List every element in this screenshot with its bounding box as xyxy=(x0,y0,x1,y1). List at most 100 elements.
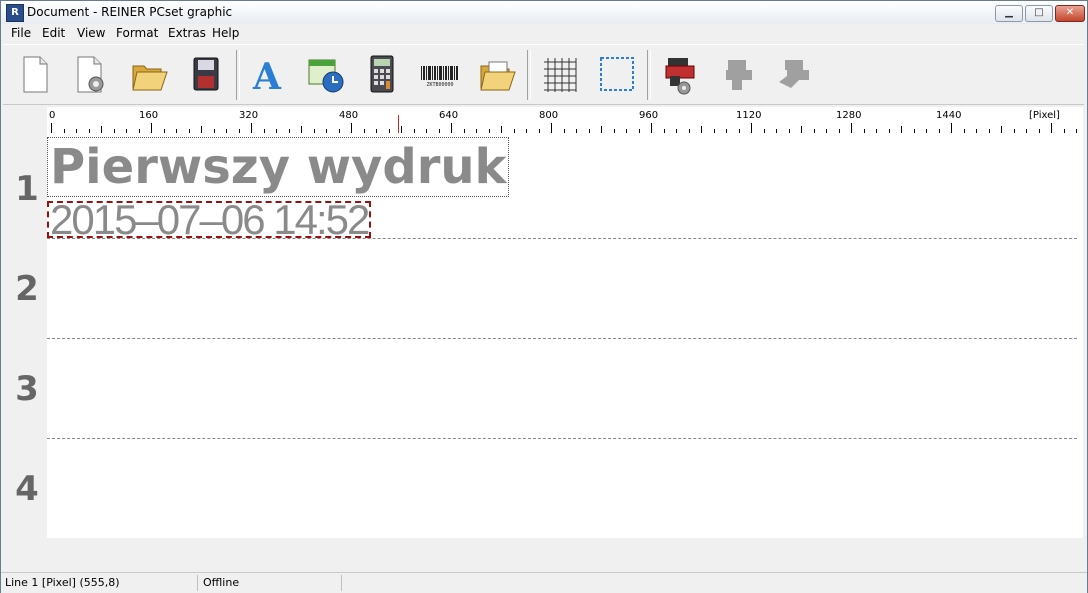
ruler-label: 1280 xyxy=(836,110,862,121)
barcode-icon: ZKTB00000 xyxy=(421,66,458,88)
document-settings-button[interactable] xyxy=(69,52,113,96)
ruler-tick xyxy=(313,129,315,133)
ruler-tick xyxy=(926,129,927,133)
ruler-tick xyxy=(413,129,415,133)
ruler-label: 160 xyxy=(139,110,159,121)
close-button[interactable]: ✕ xyxy=(1055,5,1085,22)
ruler-unit: [Pixel] xyxy=(1029,110,1060,121)
ruler-tick xyxy=(688,129,690,133)
selection-frame-icon xyxy=(600,57,634,91)
ruler-tick xyxy=(426,129,427,133)
menu-bar: File Edit View Format Extras Help xyxy=(1,24,1087,43)
toolbar: A ZKTB00000 xyxy=(3,44,1084,105)
status-position: Line 1 [Pixel] (555,8) xyxy=(1,575,198,591)
ruler-tick xyxy=(526,129,527,133)
ruler-tick xyxy=(826,129,827,133)
ruler-label: 320 xyxy=(239,110,259,121)
calculator-button[interactable] xyxy=(360,52,404,96)
line-number-4: 4 xyxy=(15,469,39,509)
title-bar[interactable]: R Document - REINER PCset graphic ▁ □ ✕ xyxy=(1,1,1087,25)
ruler-tick xyxy=(476,129,477,133)
barcode-button[interactable]: ZKTB00000 xyxy=(418,52,462,96)
ruler-tick xyxy=(388,129,390,133)
ruler-tick xyxy=(551,123,552,133)
text-object-date[interactable]: 2015–07–06 14:52 xyxy=(47,199,372,241)
line-number-2: 2 xyxy=(15,269,39,309)
ruler-tick xyxy=(601,126,602,133)
text-tool-button[interactable]: A xyxy=(245,52,289,98)
ruler-tick xyxy=(763,129,765,133)
menu-format[interactable]: Format xyxy=(116,26,158,40)
import-image-button[interactable] xyxy=(475,52,519,96)
ruler-tick xyxy=(251,123,252,133)
ruler-tick xyxy=(901,126,902,133)
ruler-tick xyxy=(401,126,402,133)
ruler-tick xyxy=(838,129,840,133)
ruler-tick xyxy=(501,126,502,133)
ruler-tick xyxy=(463,129,465,133)
ruler-tick xyxy=(938,129,940,133)
open-folder-button[interactable] xyxy=(127,52,171,96)
save-button[interactable] xyxy=(184,52,228,96)
ruler-label: 1440 xyxy=(936,110,962,121)
menu-file[interactable]: File xyxy=(11,26,31,40)
ruler-tick xyxy=(451,123,452,133)
ruler-tick xyxy=(876,129,877,133)
ruler-tick xyxy=(663,129,665,133)
ruler-tick xyxy=(563,129,565,133)
ruler-label: 480 xyxy=(339,110,359,121)
menu-view[interactable]: View xyxy=(77,26,105,40)
ruler-tick xyxy=(188,129,190,133)
app-window: R Document - REINER PCset graphic ▁ □ ✕ … xyxy=(0,0,1088,593)
ruler-tick xyxy=(363,129,365,133)
horizontal-ruler: 0 160 320 480 640 800 960 1120 1280 1440… xyxy=(47,107,1083,135)
print-button-disabled[interactable] xyxy=(716,52,760,96)
ruler-tick xyxy=(1038,129,1040,133)
printer-disabled-icon xyxy=(726,60,752,90)
date-time-button[interactable] xyxy=(303,52,347,96)
window-title: Document - REINER PCset graphic xyxy=(27,5,233,19)
maximize-button[interactable]: □ xyxy=(1025,5,1053,22)
document-canvas[interactable]: Pierwszy wydruk 2015–07–06 14:52 xyxy=(47,135,1083,538)
ruler-tick xyxy=(101,126,102,133)
ruler-tick xyxy=(1063,129,1065,133)
ruler-tick xyxy=(513,129,515,133)
close-icon: ✕ xyxy=(1065,7,1075,18)
ruler-label: 800 xyxy=(539,110,559,121)
ruler-label: 960 xyxy=(639,110,659,121)
new-document-button[interactable] xyxy=(13,52,57,96)
ruler-tick xyxy=(1001,126,1002,133)
date-time-icon xyxy=(308,59,344,93)
ruler-tick xyxy=(863,129,865,133)
document-settings-icon xyxy=(77,56,104,93)
ruler-tick xyxy=(1026,129,1027,133)
grid-toggle-button[interactable] xyxy=(538,52,582,96)
status-connection: Offline xyxy=(199,575,342,591)
menu-edit[interactable]: Edit xyxy=(42,26,65,40)
ruler-tick xyxy=(588,129,590,133)
ruler-tick xyxy=(176,129,177,133)
ruler-tick xyxy=(1076,129,1077,133)
menu-help[interactable]: Help xyxy=(212,26,239,40)
ruler-tick xyxy=(88,129,90,133)
print-send-button-disabled[interactable] xyxy=(771,52,815,96)
line-divider xyxy=(47,338,1077,339)
selection-frame-button[interactable] xyxy=(595,52,639,96)
line-number-1: 1 xyxy=(15,169,39,209)
ruler-tick xyxy=(851,123,852,133)
ruler-tick xyxy=(801,126,802,133)
ruler-tick xyxy=(1051,123,1052,133)
minimize-button[interactable]: ▁ xyxy=(995,5,1023,22)
printer-settings-button[interactable] xyxy=(658,52,702,96)
save-disk-icon xyxy=(193,57,219,91)
menu-extras[interactable]: Extras xyxy=(168,26,206,40)
line-number-3: 3 xyxy=(15,369,39,409)
ruler-tick xyxy=(963,129,965,133)
ruler-tick xyxy=(438,129,440,133)
ruler-tick xyxy=(351,123,352,133)
barcode-caption: ZKTB00000 xyxy=(426,82,453,88)
text-tool-glyph: A xyxy=(252,56,282,96)
ruler-tick xyxy=(301,126,302,133)
text-object-title[interactable]: Pierwszy wydruk xyxy=(47,137,510,197)
ruler-cursor-marker xyxy=(397,115,399,133)
